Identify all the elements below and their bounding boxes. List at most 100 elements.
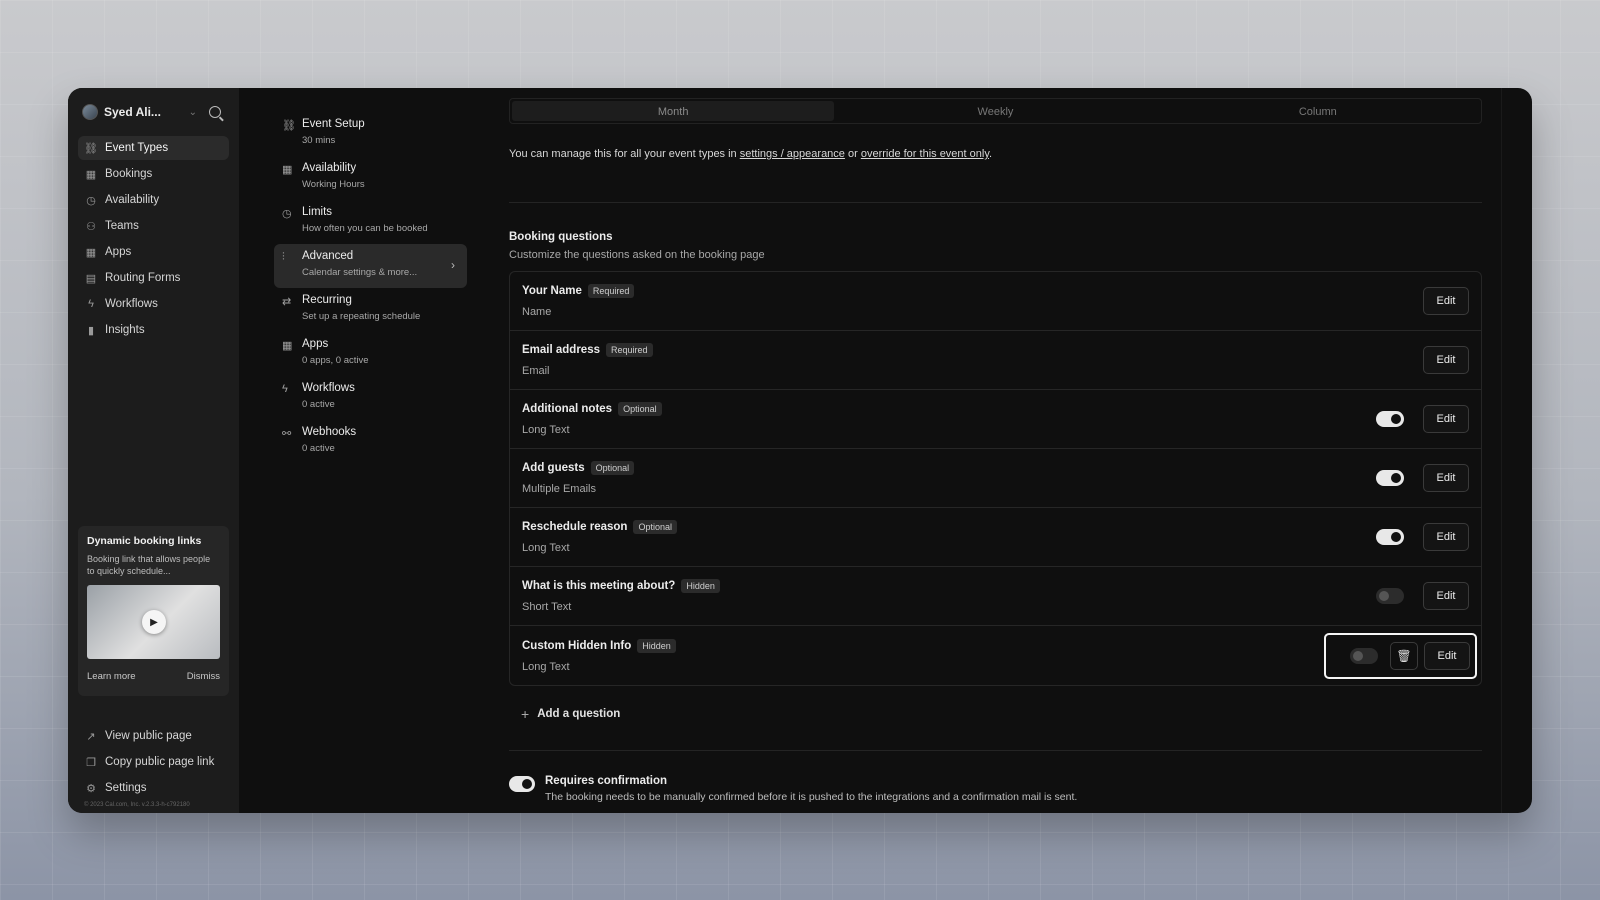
edit-button[interactable]: Edit	[1423, 464, 1469, 492]
sliders-icon: ⫶	[282, 251, 285, 263]
plus-icon: +	[521, 706, 530, 722]
view-public-page-link[interactable]: ↗ View public page	[78, 724, 229, 748]
settings-item-subtitle: 0 active	[302, 443, 335, 454]
promo-description: Booking link that allows people to quick…	[87, 554, 211, 576]
settings-item-subtitle: How often you can be booked	[302, 223, 428, 234]
question-row: Add guests Optional Multiple Emails Edit	[510, 449, 1481, 508]
search-icon[interactable]	[209, 106, 221, 118]
link-icon: ⛓	[84, 142, 98, 155]
grid-icon: ▦	[85, 246, 97, 259]
chevron-down-icon[interactable]: ⌄	[189, 107, 197, 118]
question-row: Email address Required Email Edit	[510, 331, 1481, 390]
add-question-label: Add a question	[537, 708, 621, 720]
sidebar-item-apps[interactable]: ▦ Apps	[78, 240, 229, 264]
sidebar-item-routing-forms[interactable]: ▤ Routing Forms	[78, 266, 229, 290]
sidebar-item-workflows[interactable]: ϟ Workflows	[78, 292, 229, 316]
external-link-icon: ↗	[86, 730, 96, 743]
sidebar: Syed Ali... ⌄ ⛓ Event Types ▦ Bookings ◷…	[68, 88, 239, 813]
sidebar-item-label: Teams	[105, 220, 139, 232]
tab-column[interactable]: Column	[1157, 101, 1479, 121]
file-icon: ▤	[85, 272, 97, 285]
trash-icon[interactable]: 🗑	[1390, 641, 1418, 670]
settings-item-title: Limits	[302, 206, 333, 218]
copy-public-page-link[interactable]: ❐ Copy public page link	[78, 750, 229, 774]
settings-appearance-link[interactable]: settings / appearance	[740, 148, 845, 160]
edit-button[interactable]: Edit	[1423, 287, 1469, 315]
settings-item-title: Event Setup	[302, 118, 365, 130]
settings-item-workflows[interactable]: ϟ Workflows 0 active	[274, 376, 467, 420]
settings-item-title: Webhooks	[302, 426, 357, 438]
chevron-right-icon: ›	[451, 258, 455, 272]
zap-icon: ϟ	[282, 383, 288, 395]
grid-icon: ▦	[282, 340, 293, 352]
requires-confirmation-toggle[interactable]	[509, 776, 535, 792]
settings-item-title: Workflows	[302, 382, 355, 394]
sidebar-item-label: Availability	[105, 194, 160, 206]
sidebar-item-label: Routing Forms	[105, 272, 181, 284]
settings-item-availability[interactable]: ▦ Availability Working Hours	[274, 156, 467, 200]
dismiss-button[interactable]: Dismiss	[187, 671, 220, 682]
question-row: Your Name Required Name Edit	[510, 272, 1481, 331]
sidebar-bottom-links: ↗ View public page ❐ Copy public page li…	[78, 724, 229, 802]
manage-suffix: .	[989, 148, 993, 160]
edit-button[interactable]: Edit	[1423, 582, 1469, 610]
promo-video-thumbnail[interactable]: ▶	[87, 585, 220, 659]
requires-confirmation-description: The booking needs to be manually confirm…	[545, 791, 1078, 803]
manage-middle: or	[844, 148, 861, 160]
question-type: Short Text	[522, 601, 572, 613]
edit-button[interactable]: Edit	[1423, 346, 1469, 374]
sidebar-item-label: View public page	[105, 730, 192, 742]
sidebar-item-bookings[interactable]: ▦ Bookings	[78, 162, 229, 186]
promo-card: Dynamic booking links Booking link that …	[78, 526, 229, 696]
app-window: Syed Ali... ⌄ ⛓ Event Types ▦ Bookings ◷…	[68, 88, 1532, 813]
settings-item-recurring[interactable]: ⇄ Recurring Set up a repeating schedule	[274, 288, 467, 332]
user-menu[interactable]: Syed Ali... ⌄	[78, 102, 229, 122]
sidebar-item-teams[interactable]: ⚇ Teams	[78, 214, 229, 238]
learn-more-link[interactable]: Learn more	[87, 671, 136, 682]
status-badge: Required	[587, 284, 635, 298]
settings-item-limits[interactable]: ◷ Limits How often you can be booked	[274, 200, 467, 244]
question-row: What is this meeting about? Hidden Short …	[510, 567, 1481, 626]
settings-item-subtitle: Calendar settings & more...	[302, 267, 418, 278]
sidebar-item-event-types[interactable]: ⛓ Event Types	[78, 136, 229, 160]
play-icon[interactable]: ▶	[142, 610, 166, 634]
settings-link[interactable]: ⚙ Settings	[78, 776, 229, 800]
add-question-button[interactable]: + Add a question	[509, 706, 1482, 722]
clock-icon: ◷	[86, 194, 96, 207]
sidebar-item-label: Workflows	[105, 298, 158, 310]
edit-button[interactable]: Edit	[1423, 405, 1469, 433]
settings-item-title: Advanced	[302, 250, 354, 262]
clock-icon: ◷	[282, 208, 292, 220]
webhook-icon: ⚯	[282, 428, 292, 440]
bar-chart-icon: ▮	[87, 324, 95, 337]
tab-weekly[interactable]: Weekly	[834, 101, 1156, 121]
settings-item-webhooks[interactable]: ⚯ Webhooks 0 active	[274, 420, 467, 464]
question-type: Long Text	[522, 542, 570, 554]
question-visibility-toggle[interactable]	[1376, 529, 1404, 545]
question-name: Additional notes	[522, 403, 613, 415]
settings-item-apps[interactable]: ▦ Apps 0 apps, 0 active	[274, 332, 467, 376]
edit-button[interactable]: Edit	[1423, 523, 1469, 551]
question-visibility-toggle[interactable]	[1376, 470, 1404, 486]
question-row: Custom Hidden Info Hidden Long Text 🗑 Edi…	[510, 626, 1481, 685]
tab-month[interactable]: Month	[512, 101, 835, 121]
divider	[509, 750, 1482, 751]
sidebar-item-label: Event Types	[105, 142, 169, 154]
booking-questions-list: Your Name Required Name Edit Email addres…	[509, 271, 1482, 686]
sidebar-item-availability[interactable]: ◷ Availability	[78, 188, 229, 212]
sidebar-item-label: Copy public page link	[105, 756, 215, 768]
repeat-icon: ⇄	[282, 296, 292, 308]
sidebar-item-insights[interactable]: ▮ Insights	[78, 318, 229, 342]
settings-item-event-setup[interactable]: ⛓ Event Setup 30 mins	[274, 112, 467, 156]
override-event-link[interactable]: override for this event only	[861, 148, 989, 160]
settings-item-advanced[interactable]: ⫶ Advanced Calendar settings & more... ›	[274, 244, 467, 288]
scrollbar[interactable]	[1501, 88, 1502, 813]
status-badge: Hidden	[637, 638, 676, 653]
question-visibility-toggle[interactable]	[1376, 411, 1404, 427]
question-visibility-toggle[interactable]	[1376, 588, 1404, 604]
status-badge: Optional	[590, 461, 635, 475]
settings-item-title: Apps	[302, 338, 329, 350]
edit-button[interactable]: Edit	[1424, 641, 1470, 670]
manage-prefix: You can manage this for all your event t…	[509, 148, 740, 160]
question-visibility-toggle[interactable]	[1350, 647, 1378, 664]
